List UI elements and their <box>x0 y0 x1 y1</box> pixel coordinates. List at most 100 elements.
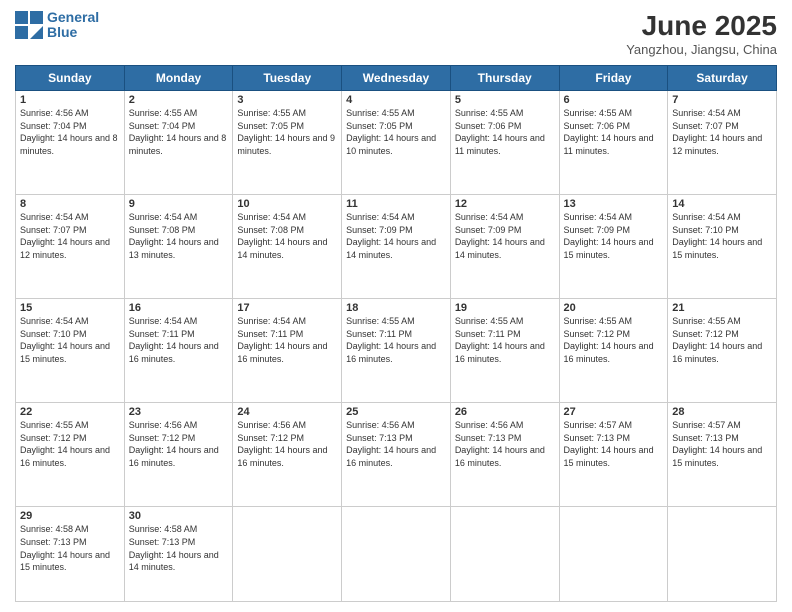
calendar-cell: 4Sunrise: 4:55 AMSunset: 7:05 PMDaylight… <box>342 91 451 195</box>
day-number: 13 <box>564 198 664 210</box>
calendar-cell: 16Sunrise: 4:54 AMSunset: 7:11 PMDayligh… <box>124 299 233 403</box>
day-info: Sunrise: 4:54 AMSunset: 7:09 PMDaylight:… <box>346 211 446 261</box>
day-info: Sunrise: 4:55 AMSunset: 7:05 PMDaylight:… <box>237 107 337 157</box>
day-info: Sunrise: 4:55 AMSunset: 7:06 PMDaylight:… <box>455 107 555 157</box>
day-info: Sunrise: 4:56 AMSunset: 7:12 PMDaylight:… <box>129 419 229 469</box>
calendar-cell <box>668 507 777 602</box>
calendar-cell: 2Sunrise: 4:55 AMSunset: 7:04 PMDaylight… <box>124 91 233 195</box>
weekday-thursday: Thursday <box>450 66 559 91</box>
day-info: Sunrise: 4:54 AMSunset: 7:09 PMDaylight:… <box>455 211 555 261</box>
calendar-cell: 25Sunrise: 4:56 AMSunset: 7:13 PMDayligh… <box>342 403 451 507</box>
day-number: 8 <box>20 198 120 210</box>
calendar-cell <box>559 507 668 602</box>
calendar-cell: 11Sunrise: 4:54 AMSunset: 7:09 PMDayligh… <box>342 195 451 299</box>
day-number: 7 <box>672 94 772 106</box>
day-info: Sunrise: 4:54 AMSunset: 7:07 PMDaylight:… <box>20 211 120 261</box>
day-info: Sunrise: 4:54 AMSunset: 7:10 PMDaylight:… <box>20 315 120 365</box>
day-number: 19 <box>455 302 555 314</box>
calendar-cell: 21Sunrise: 4:55 AMSunset: 7:12 PMDayligh… <box>668 299 777 403</box>
day-info: Sunrise: 4:56 AMSunset: 7:13 PMDaylight:… <box>346 419 446 469</box>
day-info: Sunrise: 4:55 AMSunset: 7:12 PMDaylight:… <box>672 315 772 365</box>
day-number: 17 <box>237 302 337 314</box>
day-number: 28 <box>672 406 772 418</box>
day-number: 2 <box>129 94 229 106</box>
calendar-cell: 6Sunrise: 4:55 AMSunset: 7:06 PMDaylight… <box>559 91 668 195</box>
day-number: 20 <box>564 302 664 314</box>
day-number: 26 <box>455 406 555 418</box>
day-info: Sunrise: 4:54 AMSunset: 7:09 PMDaylight:… <box>564 211 664 261</box>
title-block: June 2025 Yangzhou, Jiangsu, China <box>626 10 777 57</box>
calendar-cell <box>450 507 559 602</box>
day-info: Sunrise: 4:57 AMSunset: 7:13 PMDaylight:… <box>672 419 772 469</box>
header: General Blue June 2025 Yangzhou, Jiangsu… <box>15 10 777 57</box>
calendar-cell: 3Sunrise: 4:55 AMSunset: 7:05 PMDaylight… <box>233 91 342 195</box>
weekday-saturday: Saturday <box>668 66 777 91</box>
day-info: Sunrise: 4:54 AMSunset: 7:07 PMDaylight:… <box>672 107 772 157</box>
day-number: 23 <box>129 406 229 418</box>
calendar-cell: 20Sunrise: 4:55 AMSunset: 7:12 PMDayligh… <box>559 299 668 403</box>
calendar-cell: 15Sunrise: 4:54 AMSunset: 7:10 PMDayligh… <box>16 299 125 403</box>
day-info: Sunrise: 4:55 AMSunset: 7:11 PMDaylight:… <box>346 315 446 365</box>
calendar-cell: 29Sunrise: 4:58 AMSunset: 7:13 PMDayligh… <box>16 507 125 602</box>
day-number: 16 <box>129 302 229 314</box>
calendar-cell: 18Sunrise: 4:55 AMSunset: 7:11 PMDayligh… <box>342 299 451 403</box>
weekday-friday: Friday <box>559 66 668 91</box>
day-number: 9 <box>129 198 229 210</box>
day-info: Sunrise: 4:56 AMSunset: 7:13 PMDaylight:… <box>455 419 555 469</box>
calendar-cell: 8Sunrise: 4:54 AMSunset: 7:07 PMDaylight… <box>16 195 125 299</box>
logo-text: General Blue <box>47 10 99 41</box>
day-info: Sunrise: 4:55 AMSunset: 7:12 PMDaylight:… <box>20 419 120 469</box>
weekday-wednesday: Wednesday <box>342 66 451 91</box>
day-number: 22 <box>20 406 120 418</box>
calendar-cell: 19Sunrise: 4:55 AMSunset: 7:11 PMDayligh… <box>450 299 559 403</box>
week-row-4: 22Sunrise: 4:55 AMSunset: 7:12 PMDayligh… <box>16 403 777 507</box>
day-number: 11 <box>346 198 446 210</box>
weekday-monday: Monday <box>124 66 233 91</box>
calendar-cell: 23Sunrise: 4:56 AMSunset: 7:12 PMDayligh… <box>124 403 233 507</box>
calendar-cell: 30Sunrise: 4:58 AMSunset: 7:13 PMDayligh… <box>124 507 233 602</box>
day-info: Sunrise: 4:55 AMSunset: 7:05 PMDaylight:… <box>346 107 446 157</box>
week-row-5: 29Sunrise: 4:58 AMSunset: 7:13 PMDayligh… <box>16 507 777 602</box>
day-info: Sunrise: 4:55 AMSunset: 7:04 PMDaylight:… <box>129 107 229 157</box>
day-info: Sunrise: 4:54 AMSunset: 7:08 PMDaylight:… <box>129 211 229 261</box>
day-number: 3 <box>237 94 337 106</box>
day-info: Sunrise: 4:54 AMSunset: 7:11 PMDaylight:… <box>237 315 337 365</box>
logo-icon <box>15 11 43 39</box>
calendar-cell: 1Sunrise: 4:56 AMSunset: 7:04 PMDaylight… <box>16 91 125 195</box>
day-info: Sunrise: 4:54 AMSunset: 7:10 PMDaylight:… <box>672 211 772 261</box>
logo-general: General <box>47 9 99 25</box>
day-number: 21 <box>672 302 772 314</box>
day-number: 1 <box>20 94 120 106</box>
location: Yangzhou, Jiangsu, China <box>626 42 777 57</box>
day-info: Sunrise: 4:58 AMSunset: 7:13 PMDaylight:… <box>20 523 120 573</box>
day-info: Sunrise: 4:54 AMSunset: 7:11 PMDaylight:… <box>129 315 229 365</box>
day-info: Sunrise: 4:56 AMSunset: 7:12 PMDaylight:… <box>237 419 337 469</box>
calendar-cell: 24Sunrise: 4:56 AMSunset: 7:12 PMDayligh… <box>233 403 342 507</box>
weekday-sunday: Sunday <box>16 66 125 91</box>
calendar-cell <box>342 507 451 602</box>
week-row-2: 8Sunrise: 4:54 AMSunset: 7:07 PMDaylight… <box>16 195 777 299</box>
calendar-cell: 7Sunrise: 4:54 AMSunset: 7:07 PMDaylight… <box>668 91 777 195</box>
calendar-cell: 26Sunrise: 4:56 AMSunset: 7:13 PMDayligh… <box>450 403 559 507</box>
logo: General Blue <box>15 10 99 41</box>
day-info: Sunrise: 4:55 AMSunset: 7:06 PMDaylight:… <box>564 107 664 157</box>
day-number: 14 <box>672 198 772 210</box>
calendar-table: SundayMondayTuesdayWednesdayThursdayFrid… <box>15 65 777 602</box>
calendar-cell: 22Sunrise: 4:55 AMSunset: 7:12 PMDayligh… <box>16 403 125 507</box>
calendar-cell: 13Sunrise: 4:54 AMSunset: 7:09 PMDayligh… <box>559 195 668 299</box>
day-number: 29 <box>20 510 120 522</box>
day-number: 12 <box>455 198 555 210</box>
day-info: Sunrise: 4:55 AMSunset: 7:12 PMDaylight:… <box>564 315 664 365</box>
day-info: Sunrise: 4:54 AMSunset: 7:08 PMDaylight:… <box>237 211 337 261</box>
day-number: 18 <box>346 302 446 314</box>
day-number: 27 <box>564 406 664 418</box>
day-number: 4 <box>346 94 446 106</box>
day-info: Sunrise: 4:56 AMSunset: 7:04 PMDaylight:… <box>20 107 120 157</box>
day-number: 30 <box>129 510 229 522</box>
calendar-body: 1Sunrise: 4:56 AMSunset: 7:04 PMDaylight… <box>16 91 777 602</box>
calendar-cell: 27Sunrise: 4:57 AMSunset: 7:13 PMDayligh… <box>559 403 668 507</box>
weekday-tuesday: Tuesday <box>233 66 342 91</box>
day-info: Sunrise: 4:55 AMSunset: 7:11 PMDaylight:… <box>455 315 555 365</box>
calendar-cell: 5Sunrise: 4:55 AMSunset: 7:06 PMDaylight… <box>450 91 559 195</box>
calendar-cell: 12Sunrise: 4:54 AMSunset: 7:09 PMDayligh… <box>450 195 559 299</box>
